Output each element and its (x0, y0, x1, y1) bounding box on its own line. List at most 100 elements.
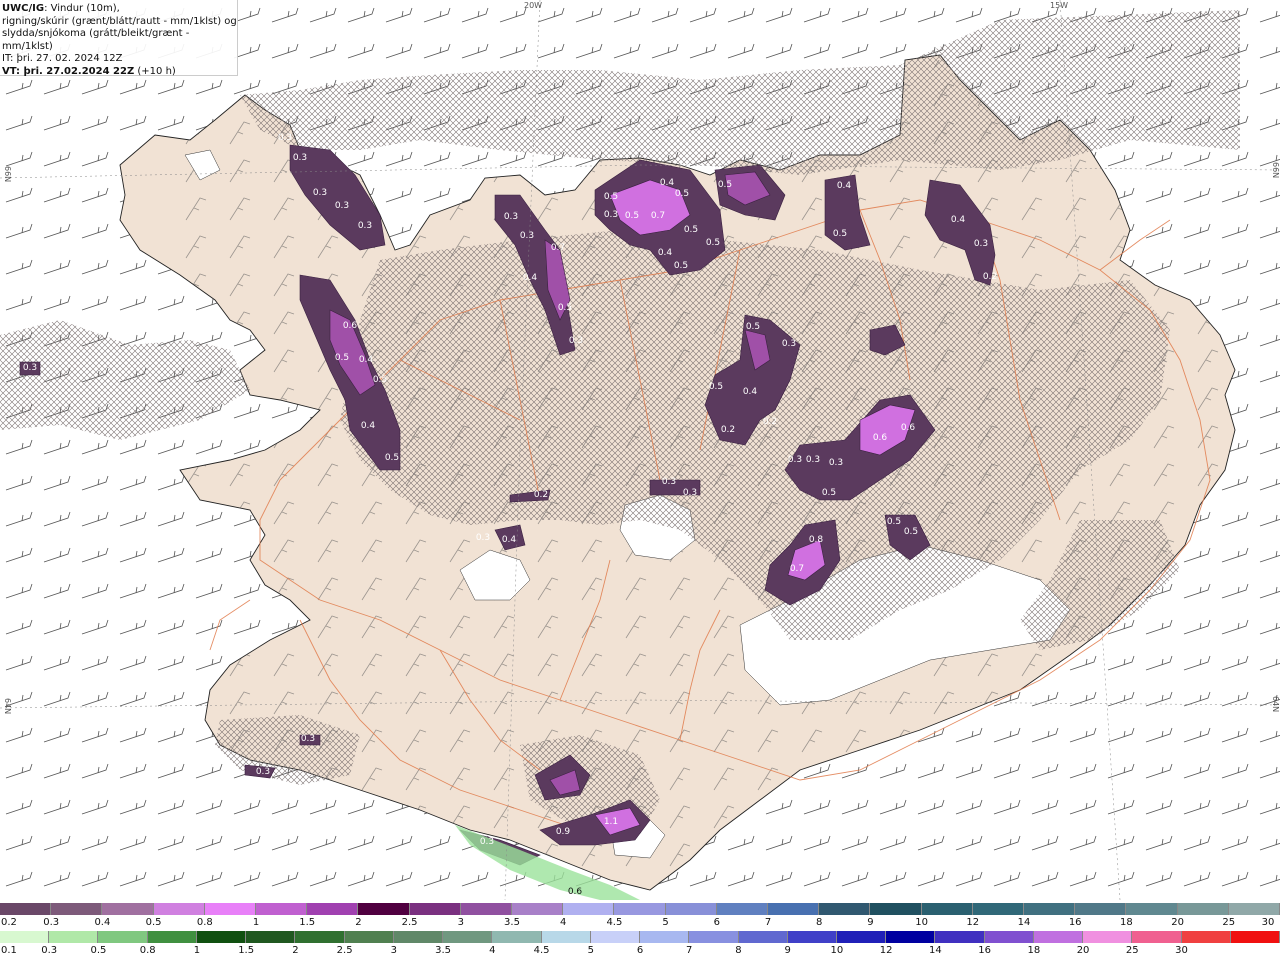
precip-value-label: 0.3 (974, 239, 988, 249)
precip-value-label: 0.3 (256, 767, 270, 777)
precip-value-label: 0.3 (683, 488, 697, 498)
snow-scale-label: 12 (966, 917, 980, 928)
rain-scale-swatch (541, 931, 591, 943)
precip-value-label: 0.5 (675, 189, 689, 199)
snow-scale-swatch (0, 903, 52, 915)
precip-value-label: 0.3 (829, 458, 843, 468)
snow-scale-label: 2 (355, 917, 362, 928)
rain-scale-swatch (1033, 931, 1084, 943)
rain-scale-label: 0.5 (90, 945, 107, 956)
weather-map: 0.30.30.30.30.30.60.5 0.40.50.40.50.30.30… (0, 0, 1280, 900)
precip-value-label: 0.6 (343, 321, 358, 331)
snow-scale-label: 14 (1017, 917, 1031, 928)
precip-value-label: 0.5 (822, 488, 836, 498)
precip-value-label: 0.5 (674, 261, 688, 271)
snow-scale-label: 0.5 (145, 917, 162, 928)
snow-scale-label: 0.8 (196, 917, 213, 928)
rain-scale-swatch (738, 931, 788, 943)
rain-scale-swatch (1132, 931, 1182, 943)
precip-value-label: 0.5 (335, 353, 349, 363)
rain-scale-swatch (689, 931, 739, 943)
info-initial-time: IT: þri. 27. 02. 2024 12Z (2, 53, 123, 64)
rain-scale-swatch (1083, 931, 1133, 943)
precip-value-label: 0.3 (569, 336, 583, 346)
snow-scale-label: 1 (252, 917, 260, 928)
precip-value-label: 0.5 (373, 375, 387, 385)
precip-value-label: 0.3 (278, 133, 292, 143)
precip-value-label: 0.5 (558, 303, 572, 313)
info-title-line: UWC/IG: Vindur (10m), (2, 3, 237, 16)
rain-scale-swatch (1181, 931, 1231, 943)
snow-scale-label: 8 (816, 917, 823, 928)
product-desc: : Vindur (10m), (44, 3, 120, 14)
info-line-snow: slydda/snjókoma (grátt/bleikt/grænt - mm… (2, 28, 190, 52)
rain-scale-swatch (246, 931, 296, 943)
rain-scale-swatch (393, 931, 444, 943)
precip-value-label: 0.3 (358, 221, 372, 231)
vt-label: VT (2, 65, 17, 77)
rain-scale-label: 14 (929, 945, 942, 956)
rain-scale-label: 10 (830, 945, 844, 956)
snow-scale-label: 6 (713, 917, 720, 928)
rain-scale-swatch (443, 931, 493, 943)
snow-scale-swatch (102, 903, 154, 915)
grid-label-66n-left: 66N (3, 166, 12, 183)
vt-date: : þri. 27.02.2024 22Z (16, 65, 135, 77)
snow-scale-swatch (665, 903, 717, 915)
precip-value-label: 0.4 (359, 355, 374, 365)
snow-scale-labels: 0.2 0.3 0.4 0.5 0.8 1 1.5 2 2.5 3 3.5 4 4.5 5 6 7 8 9 10 12… (0, 917, 1280, 929)
precip-value-label: 0.2 (763, 417, 777, 427)
grid-label-64n-right: 64N (1271, 696, 1280, 713)
precip-value-label: 0.5 (904, 527, 918, 537)
snow-scale-label: 3.5 (504, 917, 520, 928)
snow-scale-swatch (358, 903, 410, 915)
rain-scale-label: 25 (1125, 945, 1139, 956)
snow-scale-label: 4 (560, 917, 567, 928)
snow-scale-swatch (307, 903, 359, 915)
snow-scale-label: 1.5 (299, 917, 316, 928)
snow-scale-swatch (563, 903, 615, 915)
precip-value-label: 0.2 (721, 425, 735, 435)
rain-scale-swatch (0, 931, 50, 943)
rain-scale-swatch (886, 931, 936, 943)
snow-scale-label: 30 (1261, 917, 1275, 928)
precip-value-label: 0.6 (873, 433, 888, 443)
rain-scale-swatch (935, 931, 985, 943)
rain-scale-label: 6 (636, 945, 644, 956)
snow-scale-bar (0, 903, 1280, 915)
precip-value-label: 0.3 (335, 201, 349, 211)
snow-scale-swatch (204, 903, 257, 915)
info-line-rain: rigning/skúrir (grænt/blátt/rautt - mm/1… (2, 15, 237, 27)
precip-value-label: 0.3 (806, 455, 820, 465)
rain-scale-swatch (984, 931, 1034, 943)
rain-scale-bar (0, 931, 1280, 943)
precip-value-label: 0.5 (718, 180, 732, 190)
rain-scale-label: 1.5 (238, 945, 255, 956)
snow-scale-label: 3 (457, 917, 464, 928)
snow-scale-label: 2.5 (401, 917, 418, 928)
precip-value-label: 0.9 (556, 827, 571, 837)
vt-offset: (+10 h) (134, 65, 176, 77)
precip-value-label: 0.3 (23, 363, 37, 373)
precip-value-label: 0.3 (293, 153, 307, 163)
snow-scale-label: 0.4 (94, 917, 111, 928)
precip-value-label: 0.3 (313, 188, 327, 198)
rain-scale-label: 18 (1027, 945, 1041, 956)
precip-value-label: 0.5 (706, 238, 720, 248)
snow-scale-swatch (1075, 903, 1127, 915)
precip-value-label: 0.4 (837, 181, 852, 191)
rain-scale-swatch (196, 931, 247, 943)
precip-value-label: 0.3 (662, 477, 676, 487)
precip-value-label: 0.5 (833, 229, 847, 239)
rain-scale-labels: 0.1 0.3 0.5 0.8 1 1.5 2 2.5 3 3.5 4 4.5 5 6 7 8 9 10 12 14 1… (0, 945, 1280, 957)
precip-value-label: 0.3 (476, 533, 490, 543)
rain-scale-swatch (49, 931, 99, 943)
snow-scale-swatch (409, 903, 461, 915)
snow-scale-label: 0.2 (1, 917, 17, 928)
precip-value-label: 0.7 (790, 564, 804, 574)
rain-scale-swatch (590, 931, 641, 943)
precip-value-label: 0.7 (551, 243, 565, 253)
rain-scale-label: 9 (784, 945, 791, 956)
precip-value-label: 0.3 (604, 210, 618, 220)
snow-scale-swatch (614, 903, 666, 915)
